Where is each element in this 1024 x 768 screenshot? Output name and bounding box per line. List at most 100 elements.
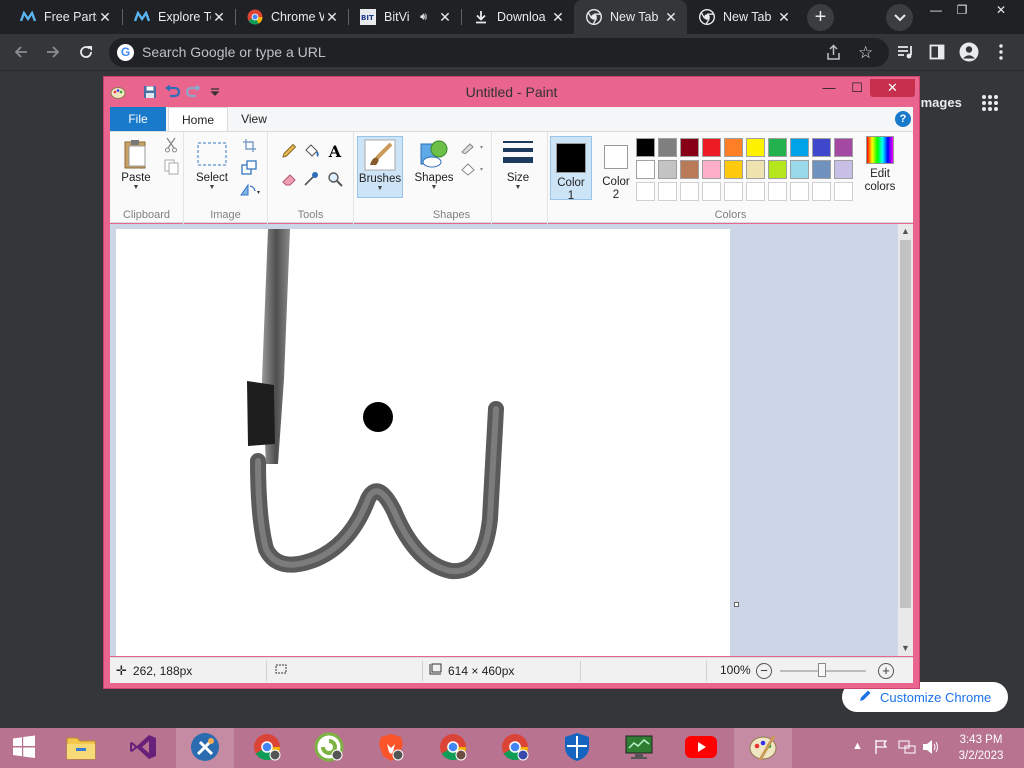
color-swatch[interactable] (636, 138, 655, 157)
color-swatch[interactable] (746, 138, 765, 157)
outline-icon[interactable] (460, 138, 486, 156)
color-swatch[interactable] (812, 138, 831, 157)
color-swatch[interactable] (834, 160, 853, 179)
back-button[interactable] (8, 40, 34, 66)
window-close-button[interactable]: ✕ (985, 0, 1017, 22)
color-swatch[interactable] (812, 160, 831, 179)
copy-icon[interactable] (162, 158, 180, 176)
taskbar-app[interactable] (52, 728, 110, 768)
color-swatch[interactable] (834, 182, 853, 201)
close-icon[interactable]: ✕ (663, 9, 679, 25)
taskbar-app-active[interactable] (734, 728, 792, 768)
color-swatch[interactable] (636, 182, 655, 201)
menu-button[interactable] (988, 40, 1014, 66)
color-swatch[interactable] (768, 160, 787, 179)
resize-icon[interactable] (240, 158, 258, 176)
paint-maximize-button[interactable]: ☐ (844, 79, 870, 97)
color-swatch[interactable] (834, 138, 853, 157)
scroll-up-icon[interactable]: ▲ (898, 224, 913, 239)
color-swatch[interactable] (636, 160, 655, 179)
browser-tab[interactable]: Downloa ✕ (461, 0, 574, 34)
share-icon[interactable] (825, 44, 842, 64)
eraser-icon[interactable] (280, 170, 298, 188)
paint-close-button[interactable]: ✕ (870, 79, 915, 97)
media-control-button[interactable] (893, 40, 919, 66)
shapes-button[interactable]: Shapes ▼ (412, 136, 456, 191)
close-icon[interactable]: ✕ (437, 9, 453, 25)
canvas-resize-handle[interactable] (734, 602, 739, 607)
color-swatch[interactable] (702, 138, 721, 157)
side-panel-button[interactable] (924, 40, 950, 66)
star-icon[interactable]: ☆ (858, 43, 873, 63)
color-swatch[interactable] (790, 138, 809, 157)
taskbar-app[interactable] (176, 728, 234, 768)
crop-icon[interactable] (240, 136, 258, 154)
color-swatch[interactable] (768, 138, 787, 157)
magnifier-icon[interactable] (326, 170, 344, 188)
edit-colors-button[interactable]: Edit colors (854, 136, 906, 194)
select-button[interactable]: Select ▼ (190, 136, 234, 191)
color-swatch[interactable] (680, 138, 699, 157)
browser-tab[interactable]: Chrome W ✕ (235, 0, 348, 34)
close-icon[interactable]: ✕ (324, 9, 340, 25)
drawing-canvas[interactable] (116, 229, 730, 656)
color2-button[interactable]: Color 2 (595, 136, 637, 201)
taskbar-app[interactable] (424, 728, 482, 768)
color-swatch[interactable] (768, 182, 787, 201)
color-swatch[interactable] (812, 182, 831, 201)
close-icon[interactable]: ✕ (211, 9, 227, 25)
zoom-in-button[interactable]: + (878, 663, 894, 679)
rotate-icon[interactable] (238, 180, 264, 198)
color-swatch[interactable] (702, 160, 721, 179)
color1-button[interactable]: Color 1 (550, 136, 592, 202)
flag-icon[interactable] (874, 739, 888, 758)
taskbar-app[interactable] (300, 728, 358, 768)
zoom-slider-thumb[interactable] (818, 663, 826, 677)
tab-file[interactable]: File (110, 107, 166, 131)
vertical-scrollbar[interactable]: ▲ ▼ (898, 224, 913, 656)
forward-button[interactable] (40, 40, 66, 66)
color-swatch[interactable] (724, 138, 743, 157)
color-swatch[interactable] (790, 182, 809, 201)
cut-icon[interactable] (162, 136, 180, 154)
reload-button[interactable] (73, 40, 99, 66)
browser-tab-active[interactable]: New Tab ✕ (574, 0, 687, 34)
taskbar-app[interactable] (548, 728, 606, 768)
new-tab-button[interactable]: + (807, 4, 834, 31)
color-swatch[interactable] (702, 182, 721, 201)
taskbar-app[interactable] (238, 728, 296, 768)
tab-view[interactable]: View (230, 107, 278, 131)
brushes-button[interactable]: Brushes ▼ (357, 136, 403, 198)
window-restore-button[interactable]: ❐ (946, 0, 978, 22)
fill-bucket-icon[interactable] (302, 142, 320, 160)
text-tool-icon[interactable]: A (326, 142, 344, 161)
color-swatch[interactable] (680, 160, 699, 179)
apps-grid-icon[interactable] (981, 94, 999, 112)
tray-overflow-icon[interactable]: ▲ (852, 740, 863, 752)
paint-minimize-button[interactable]: — (816, 79, 842, 97)
color-swatch[interactable] (724, 182, 743, 201)
taskbar-app[interactable] (362, 728, 420, 768)
taskbar-app[interactable] (486, 728, 544, 768)
color-swatch[interactable] (658, 182, 677, 201)
color-picker-icon[interactable] (302, 170, 320, 188)
taskbar-app[interactable] (114, 728, 172, 768)
scrollbar-thumb[interactable] (900, 240, 911, 608)
color-swatch[interactable] (790, 160, 809, 179)
pencil-icon[interactable] (280, 142, 298, 160)
scroll-down-icon[interactable]: ▼ (898, 641, 913, 656)
fill-icon[interactable] (460, 160, 486, 178)
close-icon[interactable]: ✕ (550, 9, 566, 25)
color-swatch[interactable] (724, 160, 743, 179)
browser-tab[interactable]: BIT BitVi 🔊︎ ✕ (348, 0, 461, 34)
browser-tab[interactable]: Explore Te ✕ (122, 0, 235, 34)
browser-tab[interactable]: New Tab ✕ (687, 0, 800, 34)
tab-home[interactable]: Home (168, 107, 228, 131)
images-link[interactable]: Images (917, 95, 962, 110)
paste-button[interactable]: Paste ▼ (114, 136, 158, 191)
system-clock[interactable]: 3:43 PM 3/2/2023 (950, 732, 1012, 764)
color-swatch[interactable] (680, 182, 699, 201)
network-icon[interactable] (898, 739, 916, 758)
profile-button[interactable] (956, 40, 982, 66)
color-swatch[interactable] (746, 160, 765, 179)
